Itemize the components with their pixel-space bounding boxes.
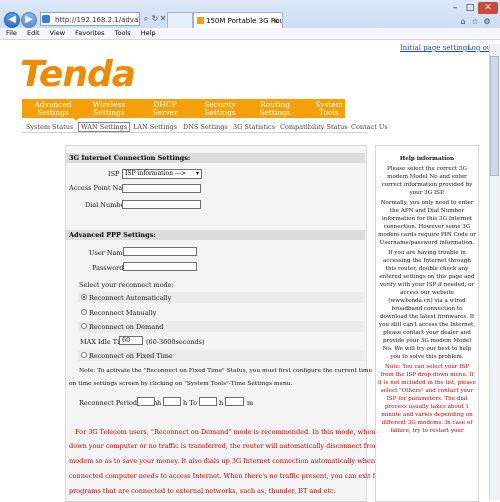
- tab-router[interactable]: 150M Portable 3G Router×: [193, 12, 283, 28]
- period-from-minute-input[interactable]: [163, 397, 181, 406]
- active-nav-pointer-icon: [72, 117, 80, 121]
- help-paragraph-3: If you are having trouble in accessing t…: [378, 250, 476, 360]
- nav-advanced-settings[interactable]: Advanced Settings: [30, 99, 76, 118]
- warning-line-4: connected computer needs to access Inter…: [69, 472, 399, 480]
- nav-label: Settings: [204, 108, 236, 117]
- password-label: Password:: [92, 264, 126, 272]
- menu-bar: File Edit View Favorites Tools Help: [0, 28, 500, 40]
- isp-label: ISP: [108, 170, 120, 178]
- minimize-icon[interactable]: –: [448, 2, 462, 14]
- close-tab-icon[interactable]: ×: [273, 13, 279, 28]
- help-paragraph-1: Please select the correct 3G modem Model…: [381, 166, 473, 196]
- password-input[interactable]: [123, 262, 197, 271]
- unit-m: m: [247, 399, 254, 407]
- reconnect-fixed-label: Reconnect on Fixed Time: [89, 352, 173, 360]
- help-body: Help information Please select the corre…: [378, 155, 476, 437]
- stop-icon[interactable]: ✕: [159, 13, 167, 25]
- menu-edit[interactable]: Edit: [27, 29, 40, 37]
- nav-security-settings[interactable]: Security Settings: [197, 99, 243, 118]
- nav-routing-settings[interactable]: Routing Settings: [252, 99, 298, 118]
- nav-dhcp-server[interactable]: DHCP Server: [142, 99, 188, 118]
- back-button[interactable]: ◀: [4, 12, 20, 28]
- nav-label: Settings: [259, 108, 291, 117]
- subnav-dns-settings[interactable]: DNS Settings: [183, 123, 228, 131]
- refresh-icon[interactable]: ↻: [151, 13, 159, 25]
- menu-tools[interactable]: Tools: [115, 29, 131, 37]
- tenda-logo: Tenda: [20, 54, 136, 95]
- forward-button[interactable]: ▶: [21, 12, 37, 28]
- reconnect-mode-label: Select your reconnect mode:: [79, 281, 174, 289]
- radio-reconnect-auto[interactable]: [81, 294, 87, 300]
- help-note: Note: You can select your ISP from the I…: [378, 364, 476, 434]
- reconnect-auto-label: Reconnect Automatically: [89, 294, 172, 302]
- username-input[interactable]: [123, 247, 197, 256]
- unit-h-2: h: [219, 399, 224, 407]
- help-paragraph-2: Normally, you only need to enter the APN…: [378, 200, 476, 246]
- warning-line-3: modem so as to save your money. It also …: [69, 457, 388, 465]
- page-icon: [42, 15, 50, 23]
- max-idle-input[interactable]: 60: [119, 336, 143, 345]
- nav-label: Settings: [37, 108, 69, 117]
- unit-h-to: h To: [183, 399, 197, 407]
- home-icon[interactable]: ⌂: [458, 16, 468, 28]
- isp-select[interactable]: ISP information ---> ▾: [122, 169, 202, 179]
- subnav-contact-us[interactable]: Contact Us: [351, 123, 388, 131]
- close-window-icon[interactable]: ✕: [478, 2, 498, 14]
- warning-line-2: down your computer or no traffic is tran…: [69, 442, 408, 450]
- note-line-1: Note: To activate the "Reconnect on Fixe…: [79, 368, 373, 374]
- subnav-divider: [22, 132, 367, 133]
- radio-reconnect-manual[interactable]: [81, 309, 87, 315]
- nav-wireless-settings[interactable]: Wireless Settings: [86, 99, 132, 118]
- period-to-minute-input[interactable]: [225, 397, 244, 406]
- scrollbar-thumb[interactable]: [490, 56, 499, 176]
- dial-number-input[interactable]: [122, 200, 201, 209]
- nav-label: Server: [152, 108, 178, 117]
- tab-blank[interactable]: [167, 12, 193, 29]
- subnav-3g-statistics[interactable]: 3G Statistics: [233, 123, 275, 131]
- warning-line-5: programs that are connected to external …: [69, 487, 336, 495]
- menu-view[interactable]: View: [50, 29, 65, 37]
- section-ppp-header: Advanced PPP Settings:: [66, 230, 365, 240]
- tools-gear-icon[interactable]: ⚙: [482, 16, 492, 28]
- radio-reconnect-fixed[interactable]: [81, 352, 87, 358]
- help-title: Help information: [399, 156, 455, 162]
- favorites-icon[interactable]: ☆: [470, 16, 480, 28]
- nav-label: Settings: [93, 108, 125, 117]
- nav-system-tools[interactable]: System Tools: [306, 99, 352, 118]
- maximize-icon[interactable]: □: [463, 2, 477, 14]
- subnav-wan-settings[interactable]: WAN Settings: [78, 122, 131, 132]
- menu-help[interactable]: Help: [141, 29, 156, 37]
- favicon-icon: [197, 17, 204, 24]
- period-from-hour-input[interactable]: [137, 397, 155, 406]
- subnav-compatibility-status[interactable]: Compatibility Status: [280, 123, 348, 131]
- reconnect-manual-label: Reconnect Manually: [89, 309, 157, 317]
- unit-h-1: h: [157, 399, 162, 407]
- max-idle-unit: (60-3600seconds): [146, 338, 205, 346]
- radio-reconnect-demand[interactable]: [81, 323, 87, 329]
- tab-title: 150M Portable 3G Router: [206, 17, 283, 25]
- chevron-down-icon: ▾: [195, 170, 199, 177]
- reconnect-demand-label: Reconnect on Demand: [89, 323, 164, 331]
- search-dropdown-icon[interactable]: ⌕: [142, 13, 150, 25]
- menu-favorites[interactable]: Favorites: [75, 29, 104, 37]
- address-bar[interactable]: http://192.168.2.1/advan: [40, 12, 140, 26]
- subnav-system-status[interactable]: System Status: [26, 123, 73, 131]
- apn-input[interactable]: [122, 184, 201, 193]
- period-to-hour-input[interactable]: [199, 397, 217, 406]
- nav-label: Tools: [319, 108, 339, 117]
- section-3g-settings-header: 3G Internet Connection Settings:: [66, 153, 365, 163]
- initial-page-settings-link[interactable]: Initial page settings: [400, 44, 471, 52]
- subnav-lan-settings[interactable]: LAN Settings: [133, 123, 177, 131]
- menu-file[interactable]: File: [6, 29, 17, 37]
- note-line-2: on time settings screen by clicking on "…: [69, 381, 293, 387]
- warning-line-1: For 3G Telecom users, "Reconnect on Dema…: [75, 428, 406, 436]
- isp-select-value: ISP information --->: [125, 170, 186, 177]
